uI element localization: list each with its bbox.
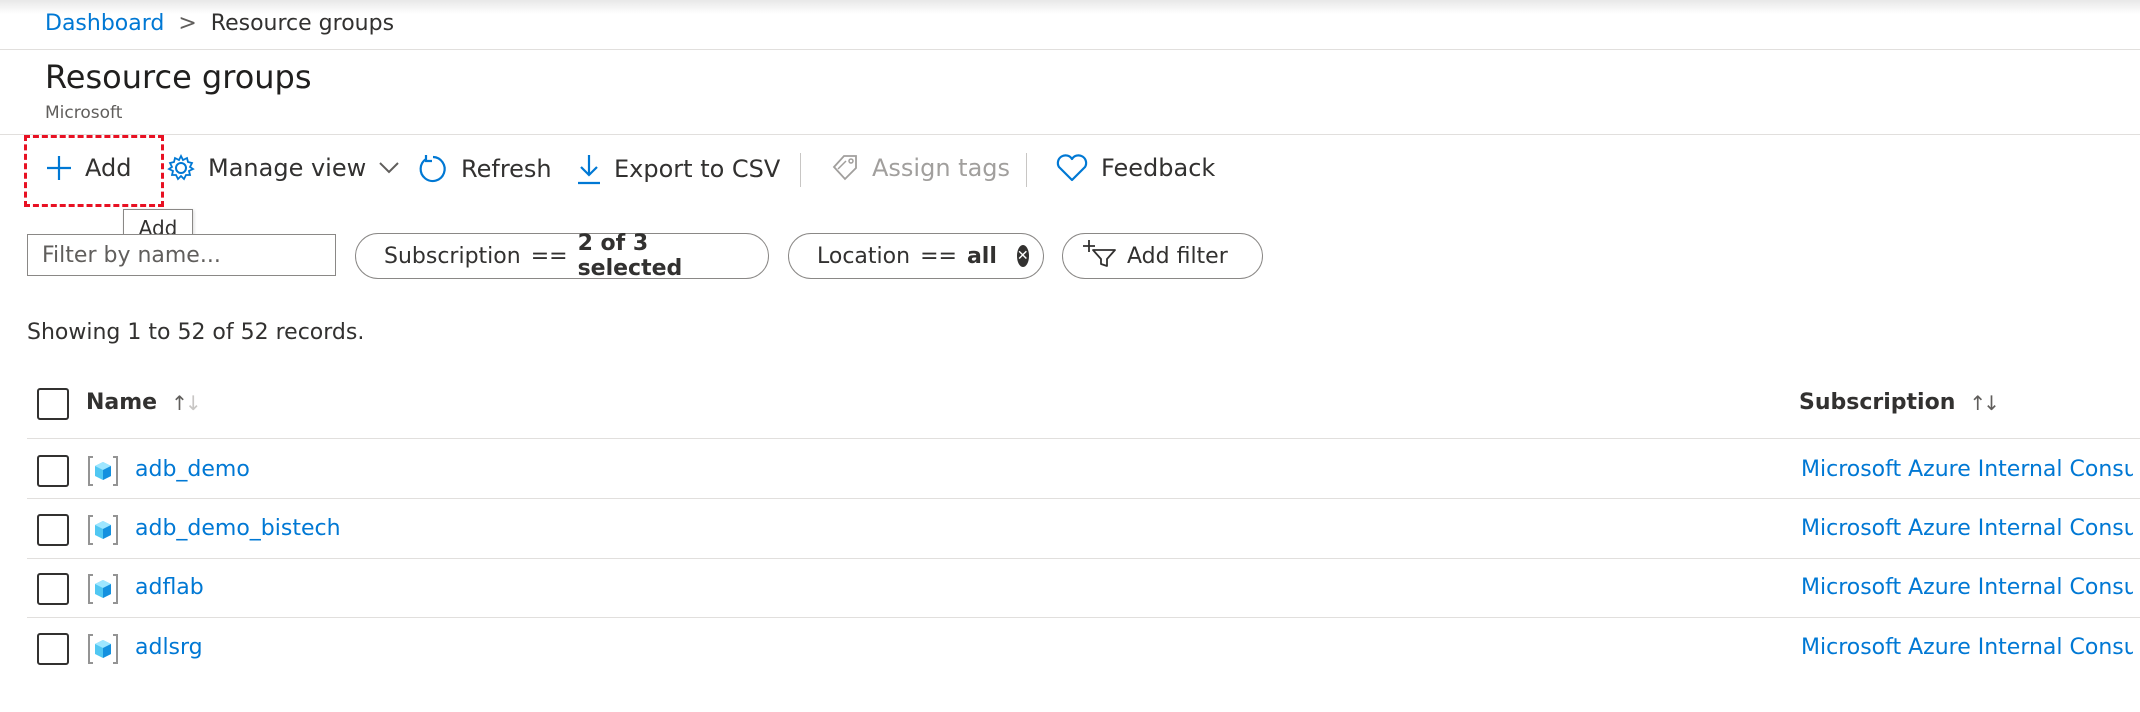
location-filter-label: Location bbox=[817, 243, 911, 269]
subscription-column-header[interactable]: Subscription ↑↓ bbox=[1799, 390, 2000, 415]
download-icon bbox=[576, 153, 602, 185]
refresh-label: Refresh bbox=[461, 155, 552, 183]
export-csv-button[interactable]: Export to CSV bbox=[576, 153, 780, 185]
subscription-filter-operator: == bbox=[530, 243, 568, 269]
subscription-filter-label: Subscription bbox=[384, 243, 521, 269]
sort-icon: ↑↓ bbox=[171, 390, 201, 415]
resource-group-link[interactable]: adflab bbox=[135, 575, 204, 600]
add-filter-label: Add filter bbox=[1127, 243, 1228, 269]
tag-icon bbox=[830, 153, 860, 183]
resource-group-icon bbox=[88, 515, 118, 545]
row-checkbox[interactable] bbox=[37, 633, 69, 665]
page-subtitle: Microsoft bbox=[45, 103, 123, 123]
subscription-link[interactable]: Microsoft Azure Internal Consumption bbox=[1801, 635, 2133, 660]
row-checkbox[interactable] bbox=[37, 514, 69, 546]
add-button-highlight bbox=[24, 135, 164, 207]
subscription-column-label: Subscription bbox=[1799, 390, 1956, 415]
resource-group-icon bbox=[88, 456, 118, 486]
add-filter-icon bbox=[1083, 238, 1117, 274]
resource-group-icon bbox=[88, 574, 118, 604]
title-divider bbox=[0, 134, 2140, 135]
name-column-label: Name bbox=[86, 390, 158, 415]
subscription-filter-pill[interactable]: Subscription == 2 of 3 selected bbox=[355, 231, 769, 281]
select-all-checkbox[interactable] bbox=[37, 388, 69, 420]
filter-by-name-input[interactable] bbox=[27, 234, 336, 276]
location-filter-pill[interactable]: Location == all ✕ bbox=[788, 233, 1044, 279]
breadcrumb-dashboard-link[interactable]: Dashboard bbox=[45, 11, 164, 36]
assign-tags-label: Assign tags bbox=[872, 154, 1011, 182]
breadcrumb-current: Resource groups bbox=[210, 11, 395, 36]
add-filter-button[interactable]: Add filter bbox=[1062, 233, 1263, 279]
subscription-link[interactable]: Microsoft Azure Internal Consumption bbox=[1801, 575, 2133, 600]
feedback-button[interactable]: Feedback bbox=[1055, 153, 1215, 183]
heart-icon bbox=[1055, 153, 1089, 183]
toolbar-separator bbox=[1026, 153, 1027, 187]
subscription-filter-value: 2 of 3 selected bbox=[577, 231, 683, 281]
manage-view-button[interactable]: Manage view bbox=[166, 153, 400, 183]
name-column-header[interactable]: Name ↑↓ bbox=[86, 390, 202, 415]
chevron-down-icon bbox=[378, 161, 400, 175]
clear-icon[interactable]: ✕ bbox=[1016, 245, 1029, 267]
refresh-icon bbox=[417, 153, 449, 185]
subscription-link[interactable]: Microsoft Azure Internal Consumption bbox=[1801, 457, 2133, 482]
refresh-button[interactable]: Refresh bbox=[417, 153, 552, 185]
subscription-link[interactable]: Microsoft Azure Internal Consumption bbox=[1801, 516, 2133, 541]
location-filter-value: all bbox=[966, 243, 997, 269]
breadcrumb-separator: > bbox=[178, 11, 197, 36]
feedback-label: Feedback bbox=[1101, 154, 1216, 182]
breadcrumb: Dashboard > Resource groups bbox=[45, 11, 394, 36]
row-divider bbox=[27, 617, 2140, 618]
row-checkbox[interactable] bbox=[37, 573, 69, 605]
row-divider bbox=[27, 498, 2140, 499]
header-divider bbox=[0, 49, 2140, 50]
row-checkbox[interactable] bbox=[37, 455, 69, 487]
table-header-divider bbox=[27, 438, 2140, 439]
resource-group-link[interactable]: adb_demo_bistech bbox=[135, 516, 341, 541]
toolbar-separator bbox=[800, 153, 801, 187]
export-csv-label: Export to CSV bbox=[614, 155, 781, 183]
gear-icon bbox=[166, 153, 196, 183]
row-divider bbox=[27, 558, 2140, 559]
resource-group-icon bbox=[88, 634, 118, 664]
resource-group-link[interactable]: adlsrg bbox=[135, 635, 203, 660]
manage-view-label: Manage view bbox=[208, 154, 367, 182]
location-filter-operator: == bbox=[920, 243, 957, 269]
page-title: Resource groups bbox=[45, 58, 312, 96]
records-count: Showing 1 to 52 of 52 records. bbox=[27, 320, 365, 345]
assign-tags-button[interactable]: Assign tags bbox=[830, 153, 1010, 183]
resource-group-link[interactable]: adb_demo bbox=[135, 457, 250, 482]
sort-icon: ↑↓ bbox=[1969, 390, 1999, 415]
